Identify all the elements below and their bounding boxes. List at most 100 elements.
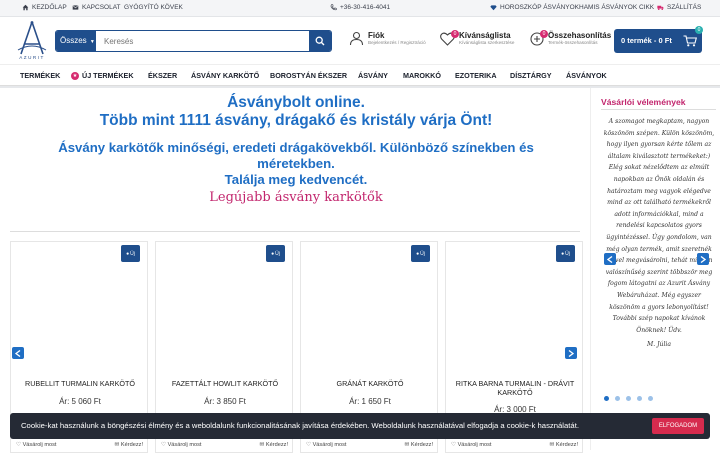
horoscope-label: HOROSZKÓP ÁSVÁNYOK xyxy=(500,4,579,11)
pagination-dot[interactable] xyxy=(626,396,631,401)
nav-item-minerals[interactable]: ÁSVÁNY xyxy=(358,65,388,87)
cart-button[interactable]: 0 termék - 0 Ft xyxy=(614,29,702,53)
nav-item-new-products-label: ÚJ TERMÉKEK xyxy=(82,71,134,80)
nav-item-jewelry[interactable]: ÉKSZER xyxy=(148,65,177,87)
hero-line-4: Találja meg kedvencét. xyxy=(224,172,368,187)
product-name[interactable]: GRÁNÁT KARKÖTŐ xyxy=(305,379,435,388)
buy-now-label: Vásárolj most xyxy=(22,442,57,448)
new-badge-label: Új xyxy=(565,250,570,257)
ask-link[interactable]: ✉ Kérdezz! xyxy=(405,442,433,448)
cart-label: 0 termék - 0 Ft xyxy=(621,36,672,45)
hero-section: Ásványbolt online. Több mint 1111 ásvány… xyxy=(10,94,582,206)
wishlist-subtitle: Kívánságlista szerkesztése xyxy=(459,40,515,45)
new-badge: ● Új xyxy=(121,245,140,262)
account-subtitle: Bejelentkezés / Regisztráció xyxy=(368,40,426,45)
product-price: Ár: 1 650 Ft xyxy=(349,397,391,406)
review-body: A szomagot megkaptam, nagyon köszönöm sz… xyxy=(603,118,715,334)
buy-now-link[interactable]: ♡ Vásárolj most xyxy=(451,442,491,448)
home-link[interactable]: KEZDŐLAP xyxy=(22,4,67,11)
hero-subtitle: Legújabb ásvány karkötők xyxy=(209,190,383,205)
shipping-link[interactable]: SZÁLLÍTÁS xyxy=(657,4,701,11)
cookie-text: Cookie-kat használunk a böngészési élmén… xyxy=(21,421,579,430)
pagination-dot[interactable] xyxy=(637,396,642,401)
buy-now-label: Vásárolj most xyxy=(167,442,202,448)
product-actions: ♡ Vásárolj most ✉ Kérdezz! xyxy=(156,439,294,452)
review-text: A szomagot megkaptam, nagyon köszönöm sz… xyxy=(603,116,715,351)
product-image[interactable] xyxy=(19,252,139,372)
product-image[interactable] xyxy=(309,252,429,372)
reviews-sidebar: Vásárlói vélemények A szomagot megkaptam… xyxy=(590,88,720,450)
hero-line-2: Több mint 1111 ásvány, drágakő és kristá… xyxy=(99,112,493,129)
product-image[interactable] xyxy=(454,252,574,372)
account-block[interactable]: Fiók Bejelentkezés / Regisztráció xyxy=(349,31,426,46)
hero-line-1: Ásványbolt online. xyxy=(227,94,365,111)
buy-now-link[interactable]: ♡ Vásárolj most xyxy=(306,442,346,448)
review-next-button[interactable] xyxy=(697,253,709,265)
review-pagination xyxy=(604,396,653,401)
new-badge: ● Új xyxy=(266,245,285,262)
carousel-next-button[interactable] xyxy=(565,347,577,359)
logo-text: AZURIT xyxy=(19,55,45,60)
cookie-accept-button[interactable]: ELFOGADOM xyxy=(652,418,704,434)
search-button[interactable] xyxy=(309,31,331,51)
search-category-select[interactable]: Összes ▼ xyxy=(56,31,96,51)
nav-item-esoterics[interactable]: EZOTERIKA xyxy=(455,65,497,87)
wishlist-title: Kívánságlista xyxy=(459,31,511,40)
chevron-down-icon: ▼ xyxy=(89,39,95,45)
hero-line-3: Ásvány karkötők minőségi, eredeti drágak… xyxy=(58,140,534,171)
ask-label: Kérdezz! xyxy=(410,442,433,448)
phone-link[interactable]: +36-30-416-4041 xyxy=(330,4,390,11)
pagination-dot[interactable] xyxy=(648,396,653,401)
new-badge: ● Új xyxy=(411,245,430,262)
account-title: Fiók xyxy=(368,31,385,40)
review-prev-button[interactable] xyxy=(604,253,616,265)
ask-link[interactable]: ✉ Kérdezz! xyxy=(115,442,143,448)
horoscope-link[interactable]: HOROSZKÓP ÁSVÁNYOK xyxy=(490,4,579,11)
buy-now-link[interactable]: ♡ Vásárolj most xyxy=(16,442,56,448)
product-actions: ♡ Vásárolj most ✉ Kérdezz! xyxy=(446,439,584,452)
search-input[interactable] xyxy=(96,31,308,51)
search-icon xyxy=(315,36,325,46)
reviews-divider xyxy=(601,109,716,110)
product-name[interactable]: FAZETTÁLT HOWLIT KARKÖTŐ xyxy=(160,379,290,388)
ask-link[interactable]: ✉ Kérdezz! xyxy=(260,442,288,448)
main-nav: TERMÉKEK ★ ÚJ TERMÉKEK ÉKSZER ÁSVÁNY KARK… xyxy=(0,64,720,86)
nav-item-morocco[interactable]: MAROKKÓ xyxy=(403,65,441,87)
nav-item-stones[interactable]: ÁSVÁNYOK xyxy=(566,65,607,87)
pagination-dot[interactable] xyxy=(604,396,609,401)
info-icon: ● xyxy=(561,250,565,257)
header: AZURIT Összes ▼ Fiók Bejelentkezés / Reg… xyxy=(0,17,720,64)
ask-link[interactable]: ✉ Kérdezz! xyxy=(550,442,578,448)
pagination-dot[interactable] xyxy=(615,396,620,401)
nav-item-products[interactable]: TERMÉKEK xyxy=(20,65,60,87)
phone-icon xyxy=(330,4,337,11)
review-author: M. Júlia xyxy=(646,341,671,349)
product-image[interactable] xyxy=(164,252,284,372)
nav-item-amber[interactable]: BOROSTYÁN ÉKSZER xyxy=(270,65,347,87)
new-badge-label: Új xyxy=(420,250,425,257)
buy-now-link[interactable]: ♡ Vásárolj most xyxy=(161,442,201,448)
contact-label: KAPCSOLAT xyxy=(82,4,121,11)
carousel-prev-button[interactable] xyxy=(12,347,24,359)
product-name[interactable]: RUBELLIT TURMALIN KARKÖTŐ xyxy=(15,379,145,388)
ask-label: Kérdezz! xyxy=(265,442,288,448)
compare-title: Összehasonlítás xyxy=(548,31,612,40)
mail-icon xyxy=(72,5,79,10)
contact-link[interactable]: KAPCSOLAT xyxy=(72,4,121,11)
healing-stones-link[interactable]: GYÓGYÍTÓ KÖVEK xyxy=(124,4,183,11)
nav-item-decor[interactable]: DÍSZTÁRGY xyxy=(510,65,552,87)
nav-item-bracelets[interactable]: ÁSVÁNY KARKÖTŐ xyxy=(191,65,259,87)
product-name[interactable]: RITKA BARNA TURMALIN - DRÁVIT KARKÖTŐ xyxy=(450,379,580,397)
site-logo[interactable]: AZURIT xyxy=(12,20,52,62)
ask-label: Kérdezz! xyxy=(555,442,578,448)
nav-item-new-products[interactable]: ★ ÚJ TERMÉKEK xyxy=(71,65,134,87)
user-icon xyxy=(349,31,364,46)
fake-label: HAMIS ÁSVÁNYOK CIKK xyxy=(579,4,655,11)
buy-now-label: Vásárolj most xyxy=(457,442,492,448)
fake-minerals-link[interactable]: HAMIS ÁSVÁNYOK CIKK xyxy=(579,4,654,11)
wishlist-count-badge: 0 xyxy=(451,30,459,38)
new-badge-label: Új xyxy=(275,250,280,257)
cart-icon xyxy=(683,35,697,47)
buy-now-label: Vásárolj most xyxy=(312,442,347,448)
chevron-right-icon xyxy=(568,349,574,357)
